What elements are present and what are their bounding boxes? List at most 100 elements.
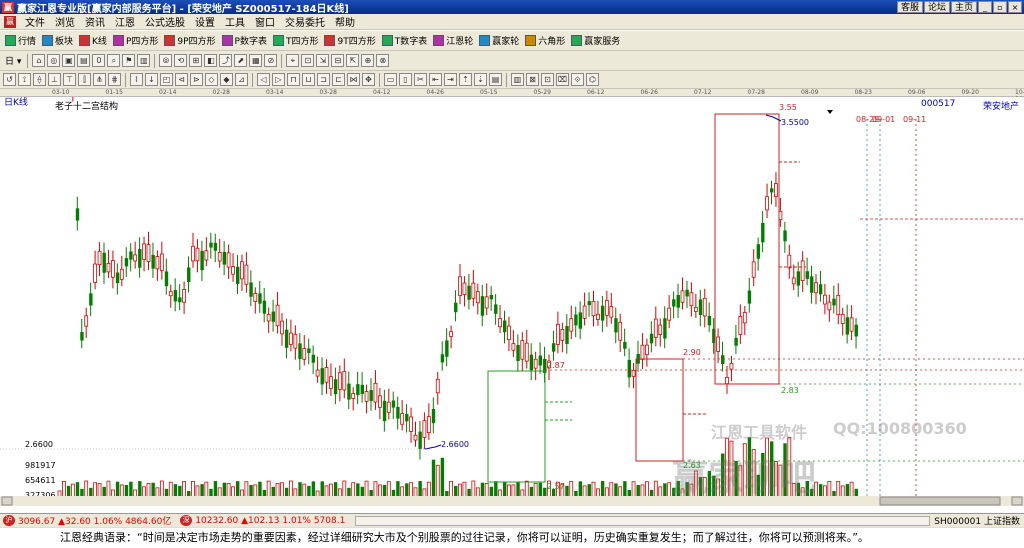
toolbar2-tool-0-icon[interactable]: ⌂	[32, 54, 46, 67]
toolbar2-tool-13-icon[interactable]: ⬈	[234, 54, 248, 67]
maximize-button[interactable]: ▫	[993, 1, 1007, 13]
scroll-left-button[interactable]	[1, 496, 13, 506]
toolbar3-tool-15-icon[interactable]: ⊿	[235, 73, 248, 86]
menu-settings[interactable]: 设置	[190, 14, 220, 29]
menu-help[interactable]: 帮助	[330, 14, 360, 29]
scroll-thumb[interactable]	[879, 496, 1001, 506]
toolbar3-tool-32-icon[interactable]: ▥	[511, 73, 524, 86]
toolbar3-tool-12-icon[interactable]: ⊳	[190, 73, 203, 86]
toolbar3-tool-16-icon[interactable]: ◁	[257, 73, 270, 86]
toolbar2-tool-1-icon[interactable]: ◎	[47, 54, 61, 67]
toolbar2-tool-14-icon[interactable]: ▦	[249, 54, 263, 67]
sz-index-quote[interactable]: 10232.60 ▲102.13 1.01% 5708.1	[195, 516, 345, 526]
toolbar-button-p-square[interactable]: P四方形	[110, 33, 161, 49]
toolbar-button-gann-wheel[interactable]: 江恩轮	[430, 33, 476, 49]
toolbar2-tool-5-icon[interactable]: ⌕	[107, 54, 121, 67]
close-button[interactable]: ×	[1008, 1, 1022, 13]
toolbar-button-block[interactable]: 板块	[39, 33, 76, 49]
menu-tools[interactable]: 工具	[220, 14, 250, 29]
toolbar3-tool-35-icon[interactable]: ⌧	[556, 73, 569, 86]
homepage-link[interactable]: 主页	[950, 1, 977, 13]
menu-window[interactable]: 窗口	[250, 14, 280, 29]
toolbar3-tool-7-icon[interactable]: ⋕	[108, 73, 121, 86]
toolbar2-tool-22-icon[interactable]: ⊗	[376, 54, 390, 67]
menu-formula-screen[interactable]: 公式选股	[140, 14, 190, 29]
toolbar3-tool-23-icon[interactable]: ✥	[362, 73, 375, 86]
toolbar-button-t-square[interactable]: T四方形	[270, 33, 322, 49]
toolbar2-tool-7-icon[interactable]: ▥	[137, 54, 151, 67]
toolbar3-tool-2-icon[interactable]: ⟠	[33, 73, 46, 86]
toolbar2-tool-4-icon[interactable]: 0	[92, 54, 106, 67]
toolbar3-tool-20-icon[interactable]: ⊐	[317, 73, 330, 86]
toolbar3-tool-21-icon[interactable]: ⊏	[332, 73, 345, 86]
toolbar3-tool-36-icon[interactable]: ⟐	[571, 73, 584, 86]
toolbar3-tool-5-icon[interactable]: ⫿	[78, 73, 91, 86]
toolbar2-tool-10-icon[interactable]: ⊞	[189, 54, 203, 67]
chart-scrollbar[interactable]	[0, 496, 1024, 506]
toolbar2-tool-3-icon[interactable]: ▤	[77, 54, 91, 67]
toolbar2-tool-17-icon[interactable]: ⊡	[301, 54, 315, 67]
toolbar-button-winner-wheel[interactable]: 赢家轮	[476, 33, 522, 49]
toolbar2-tool-8-icon[interactable]: ⦾	[159, 54, 173, 67]
menu-gann[interactable]: 江恩	[110, 14, 140, 29]
current-index-label[interactable]: SH000001 上证指数	[934, 514, 1020, 527]
toolbar3-tool-29-icon[interactable]: ⇡	[459, 73, 472, 86]
toolbar2-tool-9-icon[interactable]: ⟲	[174, 54, 188, 67]
toolbar3-tool-8-icon[interactable]: ⌇	[130, 73, 143, 86]
menu-app-icon[interactable]: 赢	[4, 15, 16, 28]
minimize-button[interactable]: _	[978, 1, 992, 13]
toolbar3-tool-14-icon[interactable]: ◆	[220, 73, 233, 86]
toolbar2-tool-16-icon[interactable]: ⌖	[286, 54, 300, 67]
toolbar3-tool-22-icon[interactable]: ⋈	[347, 73, 360, 86]
toolbar3-tool-27-icon[interactable]: ⇤	[429, 73, 442, 86]
toolbar-button-9p-square[interactable]: 9P四方形	[161, 33, 218, 49]
kline-chart[interactable]: 2.6600 3.5500 3.55 2.87 2.90 2.83 2.63 2.57 08-2…	[0, 97, 1024, 513]
toolbar3-tool-28-icon[interactable]: ⇥	[444, 73, 457, 86]
toolbar3-tool-13-icon[interactable]: ◇	[205, 73, 218, 86]
toolbar-button-service[interactable]: 赢家服务	[568, 33, 623, 49]
toolbar2-tool-18-icon[interactable]: ⇲	[316, 54, 330, 67]
toolbar3-tool-34-icon[interactable]: ⊡	[541, 73, 554, 86]
toolbar3-tool-30-icon[interactable]: ⇣	[474, 73, 487, 86]
toolbar2-tool-19-icon[interactable]: ⊟	[331, 54, 345, 67]
toolbar3-tool-26-icon[interactable]: ✂	[414, 73, 427, 86]
forum-link[interactable]: 论坛	[923, 1, 950, 13]
toolbar3-tool-24-icon[interactable]: ▭	[384, 73, 397, 86]
toolbar2-tool-12-icon[interactable]: ⤴	[219, 54, 233, 67]
menu-browse[interactable]: 浏览	[50, 14, 80, 29]
toolbar3-tool-4-icon[interactable]: ⊤	[63, 73, 76, 86]
toolbar3-tool-10-icon[interactable]: ◰	[160, 73, 173, 86]
toolbar3-tool-6-icon[interactable]: ⋔	[93, 73, 106, 86]
toolbar-button-kline[interactable]: K线	[76, 33, 110, 49]
toolbar3-tool-25-icon[interactable]: ▯	[399, 73, 412, 86]
toolbar3-tool-3-icon[interactable]: ⊥	[48, 73, 61, 86]
toolbar2-tool-2-icon[interactable]: ▣	[62, 54, 76, 67]
sh-index-quote[interactable]: 3096.67 ▲32.60 1.06% 4864.60亿	[18, 514, 171, 527]
toolbar-button-grid[interactable]: 行情	[2, 33, 39, 49]
toolbar-button-t-table[interactable]: T数字表	[379, 33, 431, 49]
menu-file[interactable]: 文件	[20, 14, 50, 29]
toolbar3-tool-18-icon[interactable]: ⊓	[287, 73, 300, 86]
scroll-right-button[interactable]	[1011, 496, 1023, 506]
toolbar3-tool-0-icon[interactable]: ↺	[3, 73, 16, 86]
toolbar3-tool-11-icon[interactable]: ⊲	[175, 73, 188, 86]
toolbar-button-hexagon[interactable]: 六角形	[522, 33, 568, 49]
toolbar3-tool-33-icon[interactable]: ⊠	[526, 73, 539, 86]
toolbar2-tool-6-icon[interactable]: ⚑	[122, 54, 136, 67]
toolbar2-tool-11-icon[interactable]: ◧	[204, 54, 218, 67]
menu-news[interactable]: 资讯	[80, 14, 110, 29]
toolbar3-tool-19-icon[interactable]: ⊔	[302, 73, 315, 86]
customer-service-link[interactable]: 客服	[896, 1, 923, 13]
toolbar2-tool-20-icon[interactable]: ⇱	[346, 54, 360, 67]
menu-trade[interactable]: 交易委托	[280, 14, 330, 29]
toolbar3-tool-17-icon[interactable]: ▷	[272, 73, 285, 86]
period-selector[interactable]: 日 ▾	[2, 53, 24, 69]
toolbar-button-9t-square[interactable]: 9T四方形	[321, 33, 378, 49]
toolbar3-tool-1-icon[interactable]: ⟟	[18, 73, 31, 86]
toolbar2-tool-21-icon[interactable]: ⊕	[361, 54, 375, 67]
toolbar2-tool-15-icon[interactable]: ⊘	[264, 54, 278, 67]
toolbar3-tool-37-icon[interactable]: ⌬	[586, 73, 599, 86]
toolbar-button-p-table[interactable]: P数字表	[219, 33, 270, 49]
toolbar3-tool-9-icon[interactable]: ↓	[145, 73, 158, 86]
toolbar3-tool-31-icon[interactable]: ▤	[489, 73, 502, 86]
